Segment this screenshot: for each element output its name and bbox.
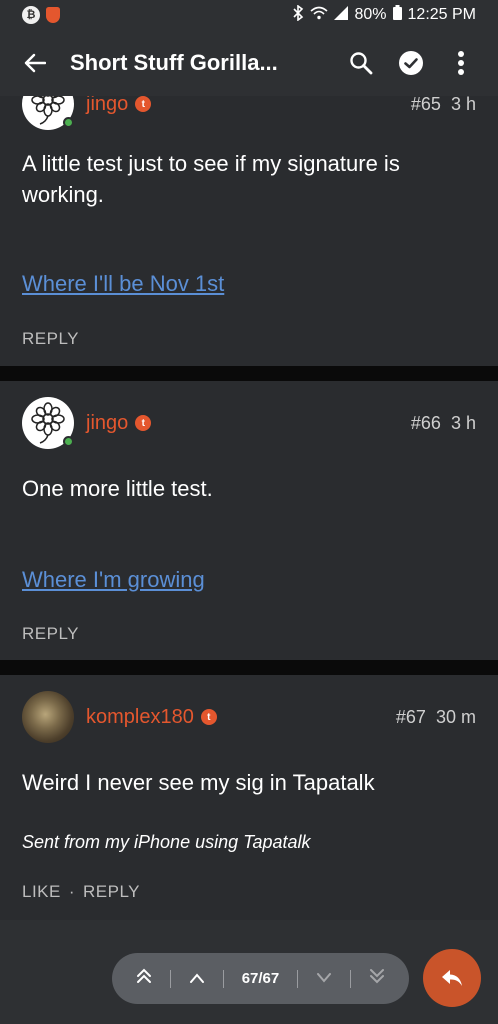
post-time: 30 m (435, 706, 476, 727)
battery-icon (392, 5, 402, 25)
divider (297, 969, 299, 988)
post-header: komplex180 t #67 30 m (22, 691, 476, 743)
app-bar: Short Stuff Gorilla... (0, 30, 498, 96)
username[interactable]: komplex180 (86, 706, 194, 729)
post-header: jingo t #66 3 h (22, 397, 476, 449)
pagination-bar: 67/67 (112, 953, 409, 1004)
post-meta: #65 3 h (411, 96, 476, 115)
last-page-button[interactable] (369, 968, 385, 989)
post-actions: LIKE · REPLY (22, 882, 141, 901)
post-number: #65 (410, 96, 441, 114)
check-circle-icon (399, 51, 423, 75)
post-card: jingo t #66 3 h One more little test. Wh… (0, 381, 498, 660)
avatar[interactable] (22, 96, 74, 130)
post-meta: #66 3 h (411, 413, 476, 434)
post-actions: REPLY (22, 624, 79, 644)
signal-icon (334, 5, 349, 25)
tapatalk-badge-icon: t (135, 96, 152, 112)
reply-button[interactable]: REPLY (83, 882, 140, 901)
post-number: #67 (395, 706, 426, 727)
battery-text: 80% (354, 6, 387, 23)
more-vert-icon (458, 51, 464, 75)
post-card: komplex180 t #67 30 m Weird I never see … (0, 675, 498, 920)
post-body: Weird I never see my sig in Tapatalk (22, 770, 375, 795)
subscribe-button[interactable] (396, 48, 426, 78)
wifi-icon (310, 6, 329, 25)
signature-link[interactable]: Where I'll be Nov 1st (22, 271, 224, 297)
online-indicator (63, 117, 74, 128)
notification-badge-icon: ₿ (22, 6, 40, 24)
page-indicator[interactable]: 67/67 (242, 970, 280, 987)
back-arrow-icon (24, 53, 46, 73)
divider (350, 969, 351, 988)
next-page-button[interactable] (316, 970, 332, 988)
status-bar: ₿ 80% 12:25 PM (0, 0, 498, 30)
bluetooth-icon (292, 3, 304, 26)
post-header: jingo t #65 3 h (22, 96, 476, 130)
post-body: One more little test. (22, 476, 213, 501)
avatar[interactable] (22, 691, 74, 743)
reply-fab[interactable] (423, 949, 481, 1007)
thread-title: Short Stuff Gorilla... (70, 50, 278, 75)
divider (169, 969, 171, 988)
username[interactable]: jingo (86, 412, 128, 435)
post-card: jingo t #65 3 h A little test just to se… (0, 96, 498, 366)
post-body: A little test just to see if my signatur… (22, 151, 400, 207)
post-meta: #67 30 m (396, 707, 476, 728)
next-page-icon (317, 972, 332, 983)
reply-button[interactable]: REPLY (22, 624, 79, 643)
last-page-icon (369, 969, 384, 984)
post-actions: REPLY (22, 329, 79, 349)
more-button[interactable] (446, 48, 476, 78)
reply-button[interactable]: REPLY (22, 329, 79, 348)
shield-icon (46, 7, 60, 23)
post-number: #66 (410, 412, 441, 433)
tapatalk-badge-icon: t (200, 709, 217, 725)
back-button[interactable] (0, 30, 70, 96)
clock: 12:25 PM (407, 6, 476, 23)
avatar[interactable] (22, 397, 74, 449)
divider (222, 969, 224, 988)
post-time: 3 h (450, 412, 476, 433)
tapatalk-badge-icon: t (135, 415, 152, 431)
first-page-icon (137, 968, 151, 983)
search-icon (350, 52, 373, 75)
post-time: 3 h (450, 96, 476, 114)
prev-page-icon (189, 972, 204, 983)
signature-text: Sent from my iPhone using Tapatalk (22, 832, 311, 852)
signature-link[interactable]: Where I'm growing (22, 567, 205, 593)
first-page-button[interactable] (136, 968, 152, 989)
search-button[interactable] (346, 48, 376, 78)
reply-icon (442, 970, 462, 986)
like-button[interactable]: LIKE (22, 882, 61, 901)
prev-page-button[interactable] (189, 970, 205, 988)
username[interactable]: jingo (86, 96, 128, 116)
online-indicator (63, 436, 74, 447)
